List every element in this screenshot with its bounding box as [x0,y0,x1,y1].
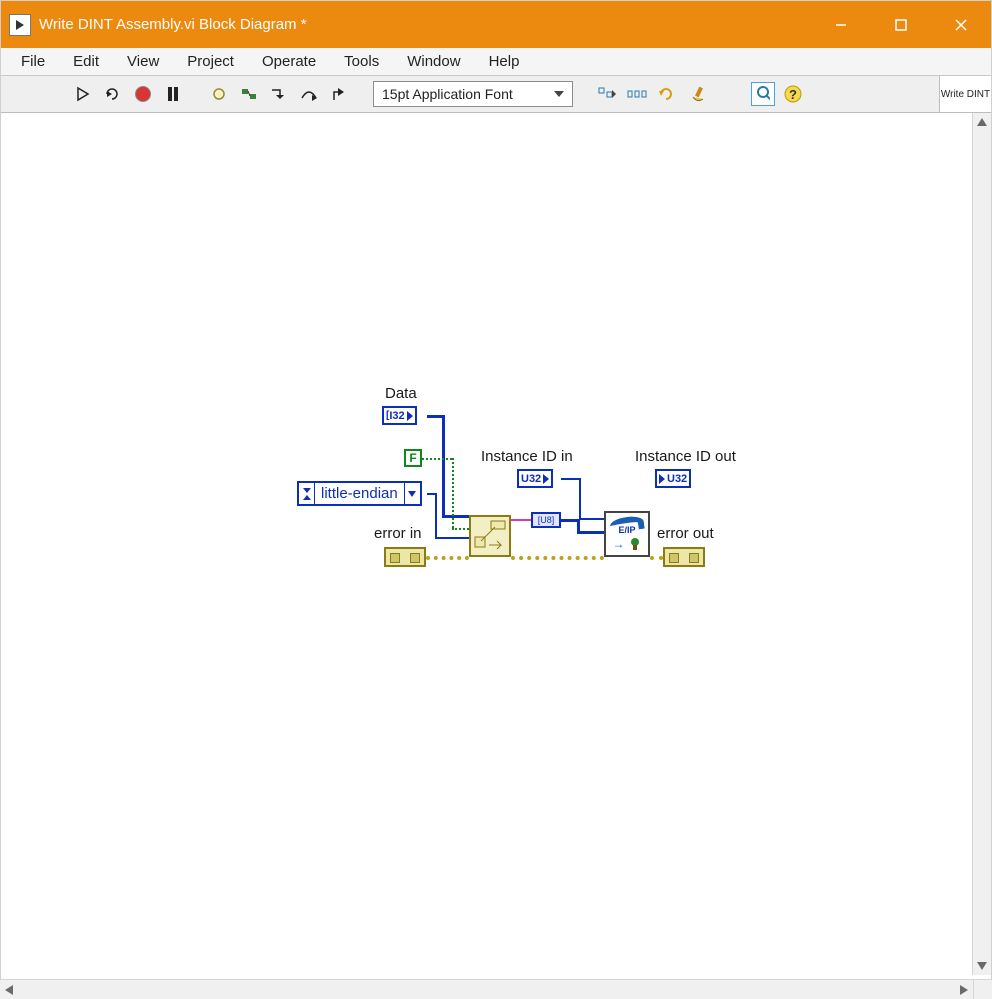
label-data: Data [385,385,417,402]
context-help-button[interactable]: ? [781,82,805,106]
constant-boolean-false[interactable]: F [404,449,422,467]
scroll-up-icon[interactable] [973,113,991,131]
label-instance-id-out: Instance ID out [635,448,736,465]
align-objects-button[interactable] [595,82,619,106]
constant-byte-order-ring[interactable]: little-endian [297,481,422,506]
window-titlebar: Write DINT Assembly.vi Block Diagram * [1,1,991,48]
highlight-execution-button[interactable] [207,82,231,106]
terminal-instance-id-in[interactable]: U32 [517,469,553,488]
horizontal-scrollbar[interactable] [0,979,992,999]
scroll-left-icon[interactable] [0,985,18,995]
minimize-button[interactable] [811,1,871,48]
svg-text:?: ? [789,87,797,102]
toolbar: 15pt Application Font ? Write DINT [1,76,991,113]
reorder-button[interactable] [655,82,679,106]
terminal-instance-id-out[interactable]: U32 [655,469,691,488]
ring-dropdown-icon[interactable] [404,483,420,504]
eip-swoosh-icon [609,515,645,534]
window-title: Write DINT Assembly.vi Block Diagram * [39,16,307,33]
step-into-button[interactable] [267,82,291,106]
node-ethernet-ip-write[interactable]: E/IP → [604,511,650,557]
step-out-button[interactable] [327,82,351,106]
menu-operate[interactable]: Operate [250,49,328,74]
ring-value: little-endian [315,485,404,502]
run-continuously-button[interactable] [101,82,125,106]
vi-file-icon [9,14,31,36]
menu-help[interactable]: Help [477,49,532,74]
menu-bar: File Edit View Project Operate Tools Win… [1,48,991,76]
menu-file[interactable]: File [9,49,57,74]
label-error-out: error out [657,525,714,542]
block-diagram-canvas[interactable]: Data [I32 F Instance ID in U32 Instance … [1,113,991,975]
vi-icon-connector-pane[interactable]: Write DINT [939,76,991,112]
run-button[interactable] [71,82,95,106]
scroll-down-icon[interactable] [973,957,991,975]
menu-project[interactable]: Project [175,49,246,74]
scroll-right-icon[interactable] [955,985,973,995]
terminal-error-in[interactable] [384,547,426,567]
label-error-in: error in [374,525,422,542]
close-button[interactable] [931,1,991,48]
menu-view[interactable]: View [115,49,171,74]
search-button[interactable] [751,82,775,106]
retain-wire-values-button[interactable] [237,82,261,106]
font-dropdown[interactable]: 15pt Application Font [373,81,573,107]
vertical-scrollbar[interactable] [972,113,991,975]
step-over-button[interactable] [297,82,321,106]
abort-button[interactable] [131,82,155,106]
font-dropdown-label: 15pt Application Font [382,86,513,102]
pause-button[interactable] [161,82,185,106]
node-flatten-to-string[interactable] [469,515,511,557]
cleanup-diagram-button[interactable] [685,82,709,106]
menu-edit[interactable]: Edit [61,49,111,74]
terminal-data-i32[interactable]: [I32 [382,406,417,425]
menu-window[interactable]: Window [395,49,472,74]
ring-increment-icon[interactable] [299,483,315,504]
coercion-u8-array: [U8] [531,512,561,528]
menu-tools[interactable]: Tools [332,49,391,74]
dropdown-caret-icon [554,91,564,97]
maximize-button[interactable] [871,1,931,48]
terminal-error-out[interactable] [663,547,705,567]
distribute-objects-button[interactable] [625,82,649,106]
label-instance-id-in: Instance ID in [481,448,573,465]
tree-icon [628,538,642,550]
